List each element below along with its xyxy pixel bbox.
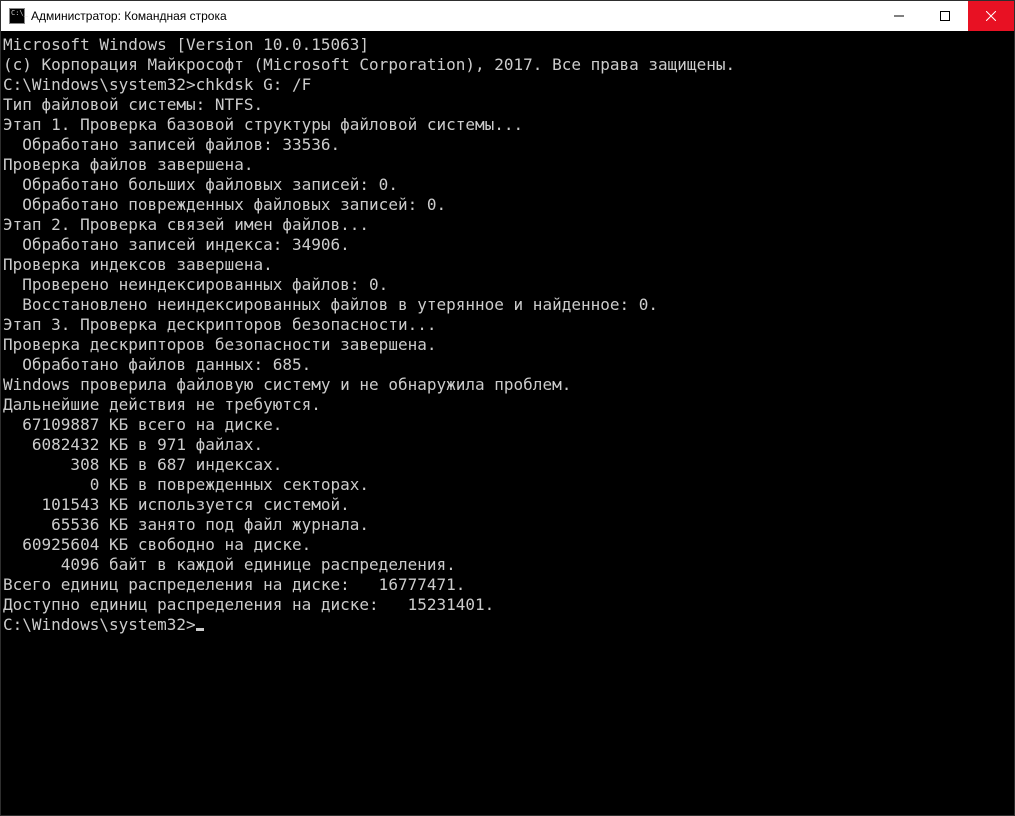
terminal-line: Обработано больших файловых записей: 0.	[3, 175, 1012, 195]
terminal-line: Тип файловой системы: NTFS.	[3, 95, 1012, 115]
terminal-line: 67109887 КБ всего на диске.	[3, 415, 1012, 435]
terminal-line: Проверка файлов завершена.	[3, 155, 1012, 175]
terminal-line: Этап 1. Проверка базовой структуры файло…	[3, 115, 1012, 135]
close-button[interactable]	[968, 1, 1014, 31]
terminal-line: (c) Корпорация Майкрософт (Microsoft Cor…	[3, 55, 1012, 75]
maximize-button[interactable]	[922, 1, 968, 31]
terminal-line: Проверено неиндексированных файлов: 0.	[3, 275, 1012, 295]
terminal-line: Восстановлено неиндексированных файлов в…	[3, 295, 1012, 315]
terminal-line: 4096 байт в каждой единице распределения…	[3, 555, 1012, 575]
terminal-line: Windows проверила файловую систему и не …	[3, 375, 1012, 395]
terminal-line: 65536 КБ занято под файл журнала.	[3, 515, 1012, 535]
terminal-line: 60925604 КБ свободно на диске.	[3, 535, 1012, 555]
close-icon	[986, 11, 996, 21]
window-controls	[876, 1, 1014, 31]
terminal-line: 0 КБ в поврежденных секторах.	[3, 475, 1012, 495]
window-title: Администратор: Командная строка	[31, 9, 227, 23]
terminal-line: Обработано файлов данных: 685.	[3, 355, 1012, 375]
terminal-line: 308 КБ в 687 индексах.	[3, 455, 1012, 475]
terminal-line: Обработано поврежденных файловых записей…	[3, 195, 1012, 215]
minimize-icon	[894, 11, 904, 21]
terminal-line: C:\Windows\system32>chkdsk G: /F	[3, 75, 1012, 95]
cursor	[196, 628, 204, 631]
cmd-icon	[9, 8, 25, 24]
terminal-prompt[interactable]: C:\Windows\system32>	[3, 615, 1012, 635]
terminal-line: Всего единиц распределения на диске: 167…	[3, 575, 1012, 595]
terminal-line: Обработано записей файлов: 33536.	[3, 135, 1012, 155]
terminal-line: Этап 2. Проверка связей имен файлов...	[3, 215, 1012, 235]
terminal-line: Доступно единиц распределения на диске: …	[3, 595, 1012, 615]
terminal-line: 6082432 КБ в 971 файлах.	[3, 435, 1012, 455]
terminal-line: Microsoft Windows [Version 10.0.15063]	[3, 35, 1012, 55]
titlebar[interactable]: Администратор: Командная строка	[1, 1, 1014, 31]
terminal-output[interactable]: Microsoft Windows [Version 10.0.15063](c…	[1, 31, 1014, 815]
command-prompt-window: Администратор: Командная строка Microsof…	[0, 0, 1015, 816]
terminal-line: Этап 3. Проверка дескрипторов безопаснос…	[3, 315, 1012, 335]
terminal-line: Дальнейшие действия не требуются.	[3, 395, 1012, 415]
terminal-line: Проверка индексов завершена.	[3, 255, 1012, 275]
maximize-icon	[940, 11, 950, 21]
minimize-button[interactable]	[876, 1, 922, 31]
terminal-line: Проверка дескрипторов безопасности завер…	[3, 335, 1012, 355]
terminal-line: Обработано записей индекса: 34906.	[3, 235, 1012, 255]
terminal-line: 101543 КБ используется системой.	[3, 495, 1012, 515]
